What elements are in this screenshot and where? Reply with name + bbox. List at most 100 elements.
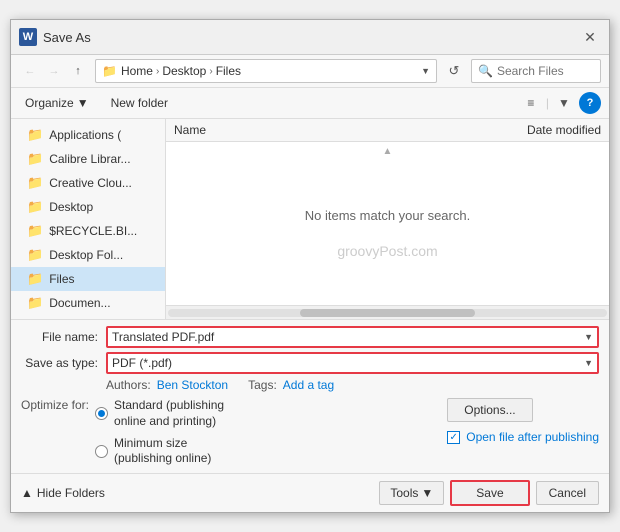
search-icon: 🔍 (478, 64, 493, 78)
optimize-label: Optimize for: (21, 398, 89, 412)
refresh-button[interactable]: ↺ (443, 60, 465, 82)
folder-icon: 📁 (27, 223, 43, 239)
sidebar-item-desktop[interactable]: 📁 Desktop (11, 195, 165, 219)
hide-folders-label: Hide Folders (37, 486, 105, 500)
sidebar-item-label: Creative Clou... (49, 176, 132, 190)
add-tag-link[interactable]: Add a tag (283, 378, 334, 392)
col-date-header: Date modified (451, 123, 601, 137)
sidebar-item-files[interactable]: 📁 Files (11, 267, 165, 291)
file-name-input[interactable]: Translated PDF.pdf ▼ (106, 326, 599, 348)
sidebar-item-applications[interactable]: 📁 Applications ( (11, 123, 165, 147)
folder-icon: 📁 (27, 247, 43, 263)
save-as-dropdown-icon: ▼ (584, 358, 593, 368)
standard-radio-row: Standard (publishing online and printing… (95, 398, 224, 429)
standard-radio[interactable] (95, 407, 108, 420)
folder-icon: 📁 (27, 271, 43, 287)
horizontal-scrollbar[interactable] (166, 305, 609, 319)
file-name-label: File name: (21, 330, 106, 344)
breadcrumb-level1: Desktop (162, 64, 206, 78)
tools-button[interactable]: Tools ▼ (379, 481, 444, 505)
scrollbar-thumb[interactable] (300, 309, 476, 317)
forward-button[interactable]: → (43, 60, 65, 82)
view-separator: | (546, 96, 549, 110)
sidebar-item-label: Files (49, 272, 74, 286)
save-as-dialog: W Save As ✕ ← → ↑ 📁 Home › Desktop › Fil… (10, 19, 610, 512)
tags-label: Tags: (248, 378, 277, 392)
folder-icon: 📁 (27, 127, 43, 143)
nav-buttons: ← → ↑ (19, 60, 89, 82)
sidebar-item-creative-cloud[interactable]: 📁 Creative Clou... (11, 171, 165, 195)
organize-arrow-icon: ▼ (77, 96, 89, 110)
save-as-type-input[interactable]: PDF (*.pdf) ▼ (106, 352, 599, 374)
sidebar-item-label: Desktop Fol... (49, 248, 123, 262)
minimum-radio[interactable] (95, 445, 108, 458)
cancel-button[interactable]: Cancel (536, 481, 599, 505)
sidebar-item-documents[interactable]: 📁 Documen... (11, 291, 165, 315)
help-button[interactable]: ? (579, 92, 601, 114)
sidebar-item-recycle[interactable]: 📁 $RECYCLE.BI... (11, 219, 165, 243)
footer-bar: ▲ Hide Folders Tools ▼ Save Cancel (11, 473, 609, 512)
bottom-section: File name: Translated PDF.pdf ▼ Save as … (11, 319, 609, 472)
word-icon: W (19, 28, 37, 46)
save-as-type-value: PDF (*.pdf) (112, 356, 172, 370)
file-name-value: Translated PDF.pdf (112, 330, 214, 344)
view-more-button[interactable]: ▼ (553, 92, 575, 114)
up-button[interactable]: ↑ (67, 60, 89, 82)
breadcrumb-sep1: › (156, 66, 159, 77)
file-name-dropdown-icon: ▼ (584, 332, 593, 342)
open-after-label[interactable]: Open file after publishing (466, 430, 599, 444)
new-folder-button[interactable]: New folder (103, 93, 176, 113)
file-name-row: File name: Translated PDF.pdf ▼ (21, 326, 599, 348)
optimize-group: Optimize for: Standard (publishing onlin… (21, 398, 437, 466)
view-list-button[interactable]: ≡ (520, 92, 542, 114)
breadcrumb-bar[interactable]: 📁 Home › Desktop › Files ▼ (95, 59, 437, 83)
authors-value[interactable]: Ben Stockton (157, 378, 228, 392)
search-input[interactable] (497, 64, 620, 78)
breadcrumb-dropdown-icon[interactable]: ▼ (421, 66, 430, 76)
back-button[interactable]: ← (19, 60, 41, 82)
tools-label: Tools (390, 486, 418, 500)
tools-dropdown-icon: ▼ (421, 486, 433, 500)
no-items-message: No items match your search. (305, 208, 470, 223)
breadcrumb-folder-icon: 📁 (102, 64, 117, 78)
sidebar-item-label: $RECYCLE.BI... (49, 224, 137, 238)
scrollbar-track[interactable] (168, 309, 607, 317)
options-button[interactable]: Options... (447, 398, 532, 422)
action-bar: Organize ▼ New folder ≡ | ▼ ? (11, 88, 609, 119)
save-as-label: Save as type: (21, 356, 106, 370)
checkbox-row: Open file after publishing (447, 430, 599, 444)
sidebar-item-label: Documen... (49, 296, 110, 310)
nav-toolbar: ← → ↑ 📁 Home › Desktop › Files ▼ ↺ 🔍 (11, 55, 609, 88)
standard-radio-label: Standard (publishing online and printing… (114, 398, 224, 429)
open-after-checkbox[interactable] (447, 431, 460, 444)
main-content: 📁 Applications ( 📁 Calibre Librar... 📁 C… (11, 119, 609, 319)
file-list: No items match your search. groovyPost.c… (166, 161, 609, 305)
organize-button[interactable]: Organize ▼ (19, 93, 95, 113)
footer-right: Tools ▼ Save Cancel (379, 480, 599, 506)
dialog-title: Save As (43, 30, 91, 45)
file-area: Name Date modified ▲ No items match your… (166, 119, 609, 319)
breadcrumb-path: Home › Desktop › Files (121, 64, 241, 78)
breadcrumb-root: Home (121, 64, 153, 78)
col-name-header: Name (174, 123, 451, 137)
chevron-down-icon: ▲ (21, 486, 33, 500)
sidebar-item-label: Applications ( (49, 128, 121, 142)
file-header: Name Date modified (166, 119, 609, 142)
search-box: 🔍 (471, 59, 601, 83)
close-button[interactable]: ✕ (579, 26, 601, 48)
right-options: Options... Open file after publishing (447, 398, 599, 444)
breadcrumb-sep2: › (209, 66, 212, 77)
save-button[interactable]: Save (450, 480, 529, 506)
minimum-radio-row: Minimum size (publishing online) (95, 436, 224, 467)
tags-item: Tags: Add a tag (248, 378, 334, 392)
meta-row: Authors: Ben Stockton Tags: Add a tag (21, 378, 599, 392)
hide-folders-button[interactable]: ▲ Hide Folders (21, 486, 105, 500)
sidebar-item-desktop-folder[interactable]: 📁 Desktop Fol... (11, 243, 165, 267)
title-bar: W Save As ✕ (11, 20, 609, 55)
sidebar-item-label: Calibre Librar... (49, 152, 130, 166)
options-section: Optimize for: Standard (publishing onlin… (21, 398, 599, 466)
folder-icon: 📁 (27, 175, 43, 191)
view-options: ≡ | ▼ ? (520, 92, 601, 114)
organize-label: Organize (25, 96, 74, 110)
sidebar-item-calibre[interactable]: 📁 Calibre Librar... (11, 147, 165, 171)
